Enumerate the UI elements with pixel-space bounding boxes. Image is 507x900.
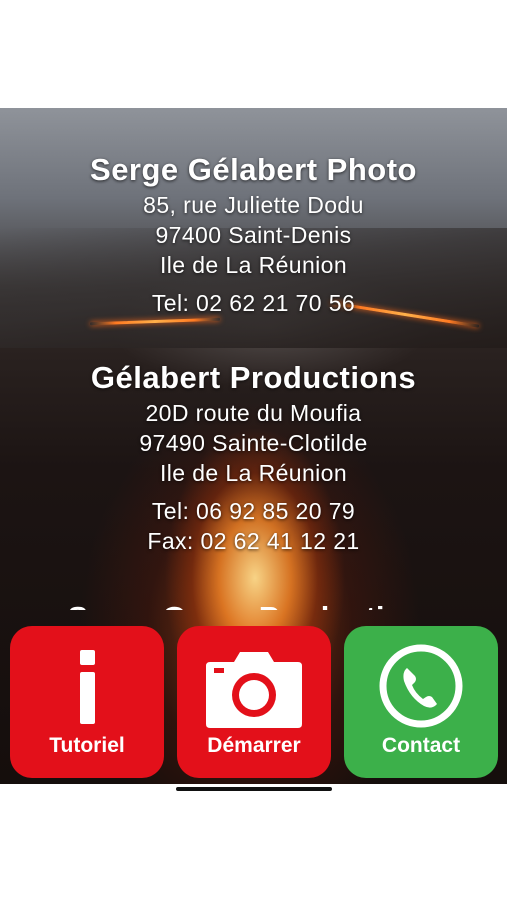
address-line: 97490 Sainte-Clotilde xyxy=(139,430,368,456)
phone-icon xyxy=(379,644,463,728)
company-name: Serge Gélabert Photo xyxy=(90,152,417,187)
address-line: 97400 Saint-Denis xyxy=(155,222,352,248)
company-block-3: Serge Garay Productions xyxy=(0,596,507,610)
info-icon xyxy=(80,650,95,724)
company-block-2: Gélabert Productions 20D route du Moufia… xyxy=(0,358,507,556)
fax-number: Fax: 02 62 41 12 21 xyxy=(147,528,360,554)
camera-icon xyxy=(206,652,302,728)
address-line: 85, rue Juliette Dodu xyxy=(143,192,364,218)
home-indicator[interactable] xyxy=(176,787,332,791)
region-line: Ile de La Réunion xyxy=(159,252,348,278)
tutorial-label: Tutoriel xyxy=(49,734,125,757)
contact-label: Contact xyxy=(381,734,461,757)
region-line: Ile de La Réunion xyxy=(159,460,348,486)
phone-number: Tel: 02 62 21 70 56 xyxy=(151,290,356,316)
phone-number: Tel: 06 92 85 20 79 xyxy=(151,498,356,524)
tutorial-button[interactable]: Tutoriel xyxy=(10,626,164,778)
company-name: Gélabert Productions xyxy=(90,360,417,395)
app-screen: Serge Gélabert Photo 85, rue Juliette Do… xyxy=(0,108,507,784)
company-name: Serge Garay Productions xyxy=(67,600,439,610)
start-button[interactable]: Démarrer xyxy=(177,626,331,778)
company-block-1: Serge Gélabert Photo 85, rue Juliette Do… xyxy=(0,150,507,318)
start-label: Démarrer xyxy=(207,734,301,757)
address-line: 20D route du Moufia xyxy=(145,400,362,426)
contact-button[interactable]: Contact xyxy=(344,626,498,778)
